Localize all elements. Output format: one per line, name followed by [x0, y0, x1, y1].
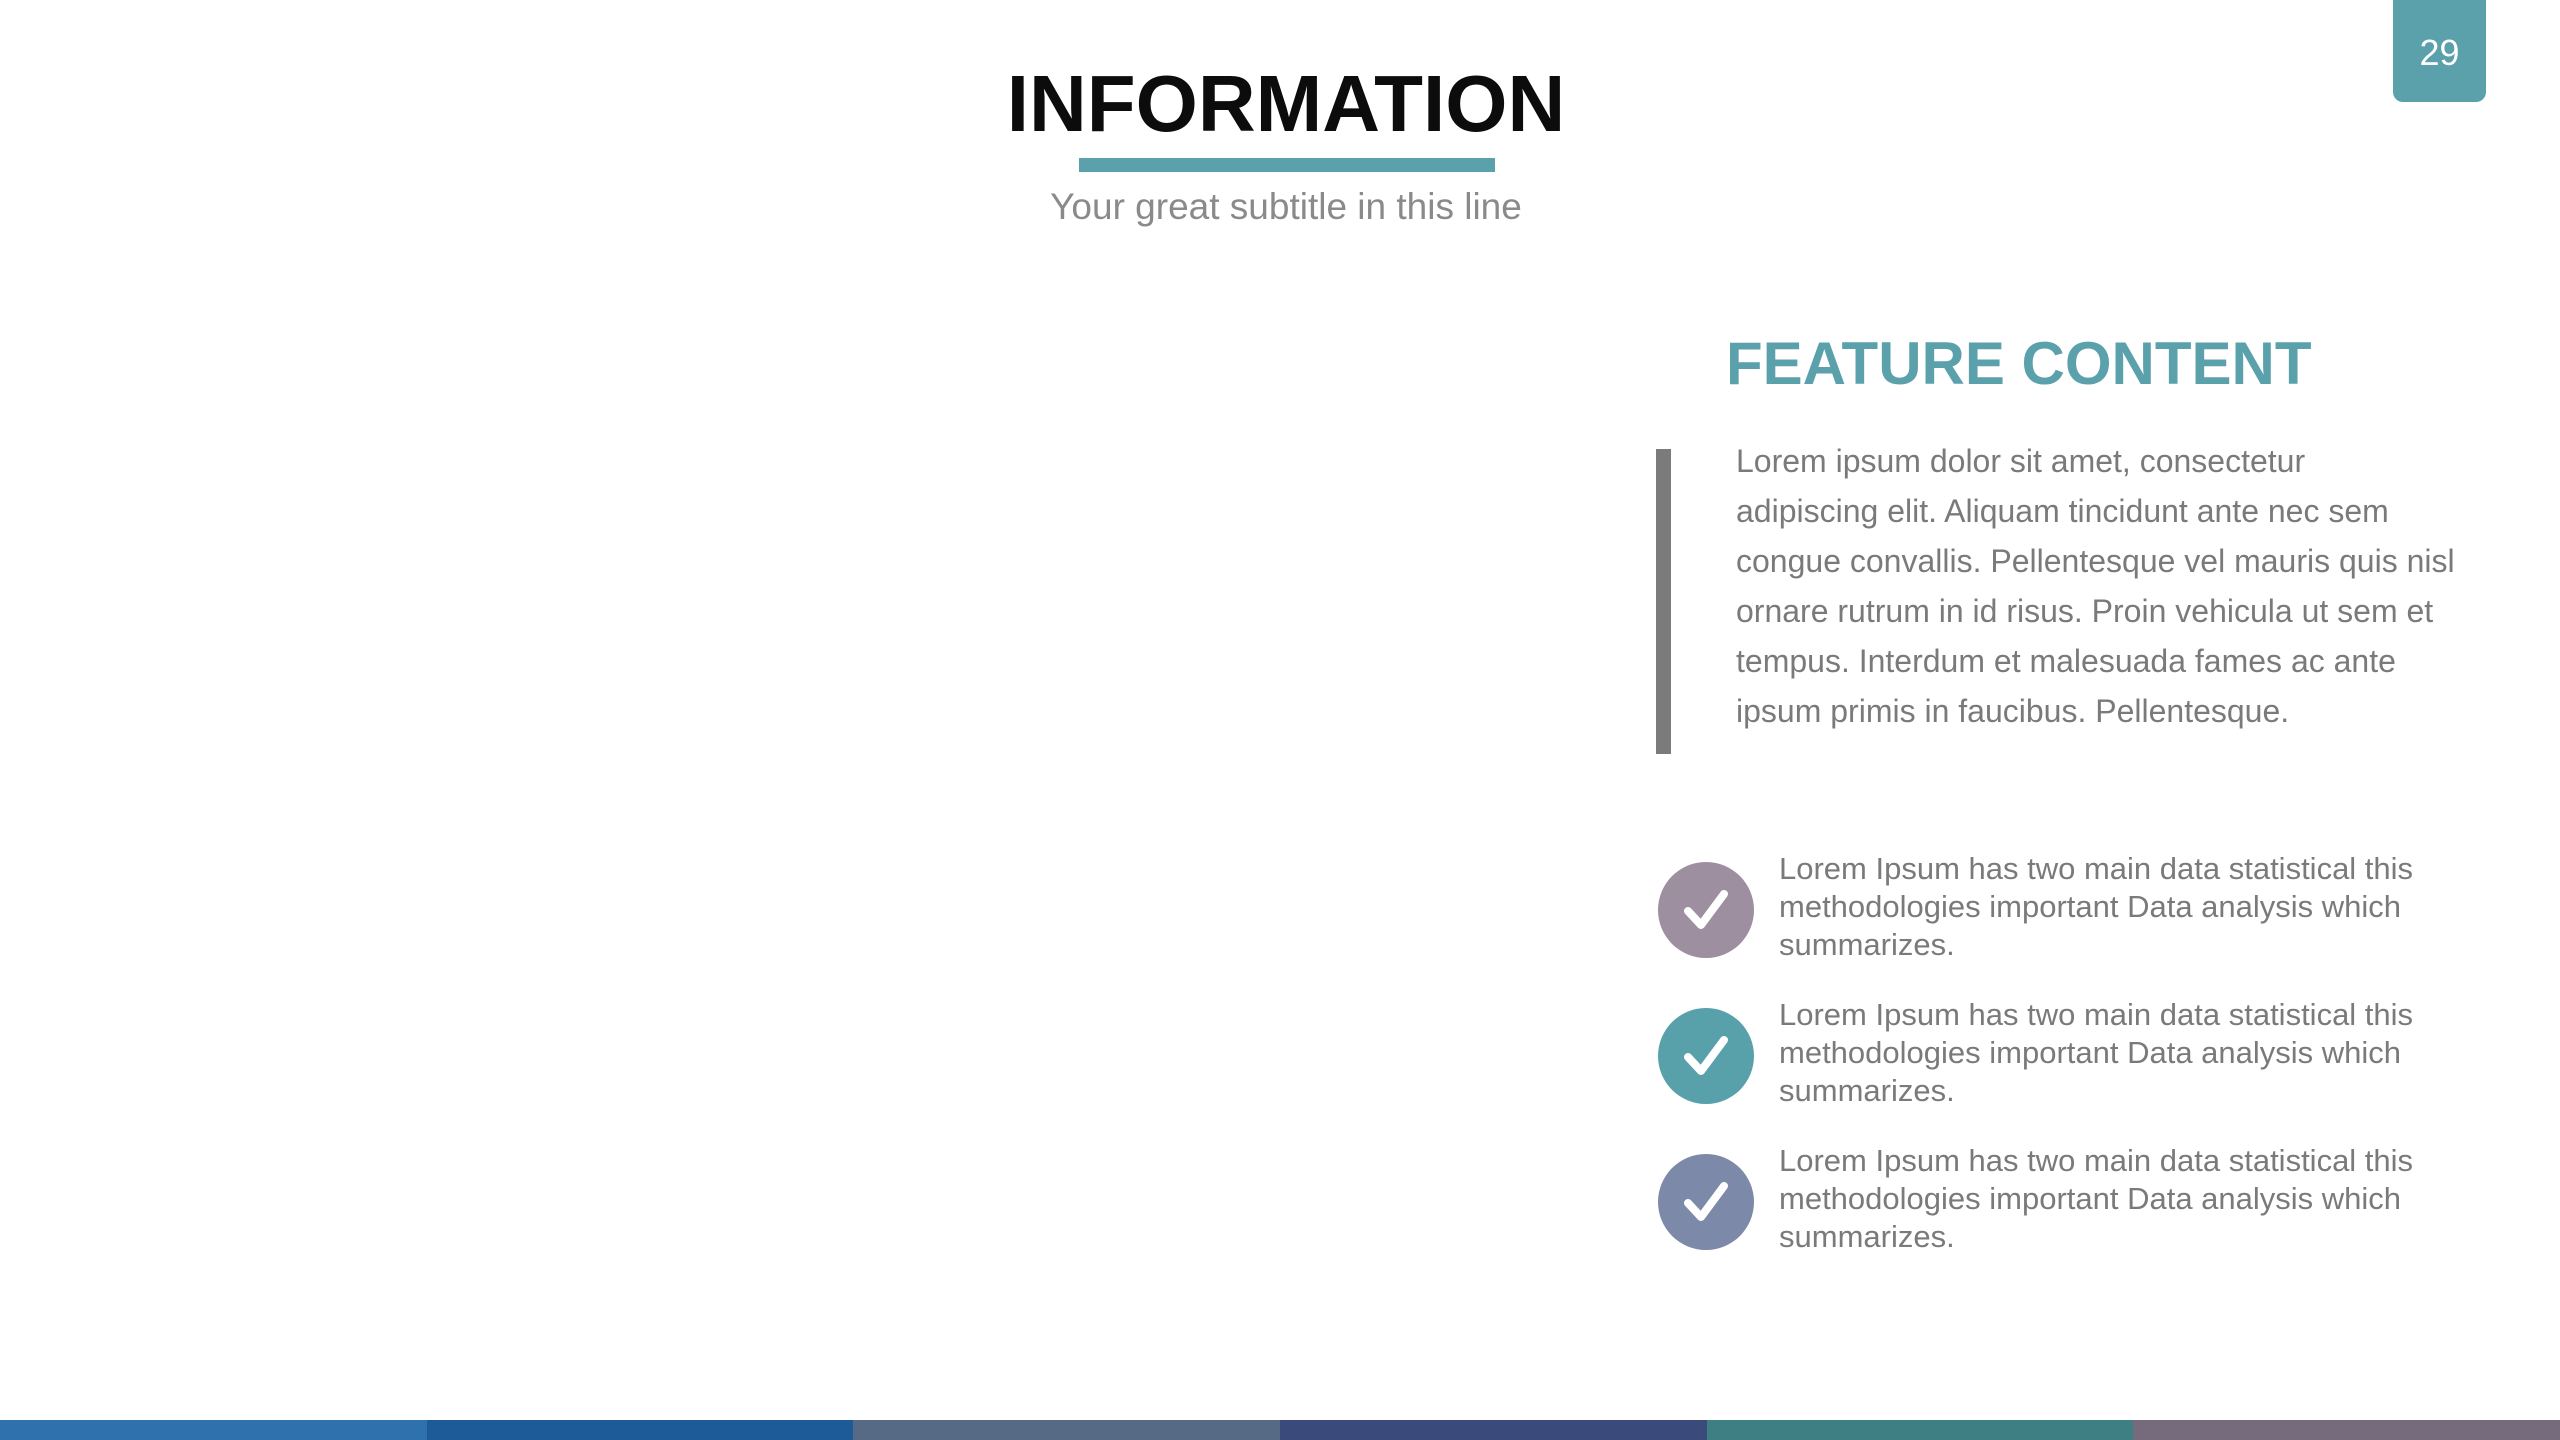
checkmark-icon — [1658, 1008, 1754, 1104]
checklist-text: Lorem Ipsum has two main data statistica… — [1779, 851, 2414, 962]
footer-segment — [1706, 1420, 2134, 1440]
checkmark-icon — [1658, 1154, 1754, 1250]
checklist-item: Lorem Ipsum has two main data statistica… — [1658, 851, 2458, 980]
quote-bar — [1656, 449, 1671, 754]
title-underline — [1079, 158, 1495, 172]
checklist-text: Lorem Ipsum has two main data statistica… — [1779, 1143, 2414, 1254]
feature-body: Lorem ipsum dolor sit amet, consectetur … — [1736, 443, 2455, 729]
slide-subtitle: Your great subtitle in this line — [1050, 186, 1522, 227]
slide-title: INFORMATION — [1006, 59, 1566, 148]
footer-segment — [0, 1420, 427, 1440]
footer-segment — [1280, 1420, 1707, 1440]
checklist-text: Lorem Ipsum has two main data statistica… — [1779, 997, 2414, 1108]
checklist-item: Lorem Ipsum has two main data statistica… — [1658, 997, 2458, 1126]
footer-color-bar — [0, 1420, 2560, 1440]
checklist-item: Lorem Ipsum has two main data statistica… — [1658, 1143, 2458, 1272]
slide: 29 INFORMATION Your great subtitle in th… — [0, 0, 2560, 1440]
footer-segment — [426, 1420, 854, 1440]
feature-heading: FEATURE CONTENT — [1726, 330, 2312, 397]
checkmark-icon — [1658, 862, 1754, 958]
footer-segment — [853, 1420, 1281, 1440]
footer-segment — [2133, 1420, 2560, 1440]
